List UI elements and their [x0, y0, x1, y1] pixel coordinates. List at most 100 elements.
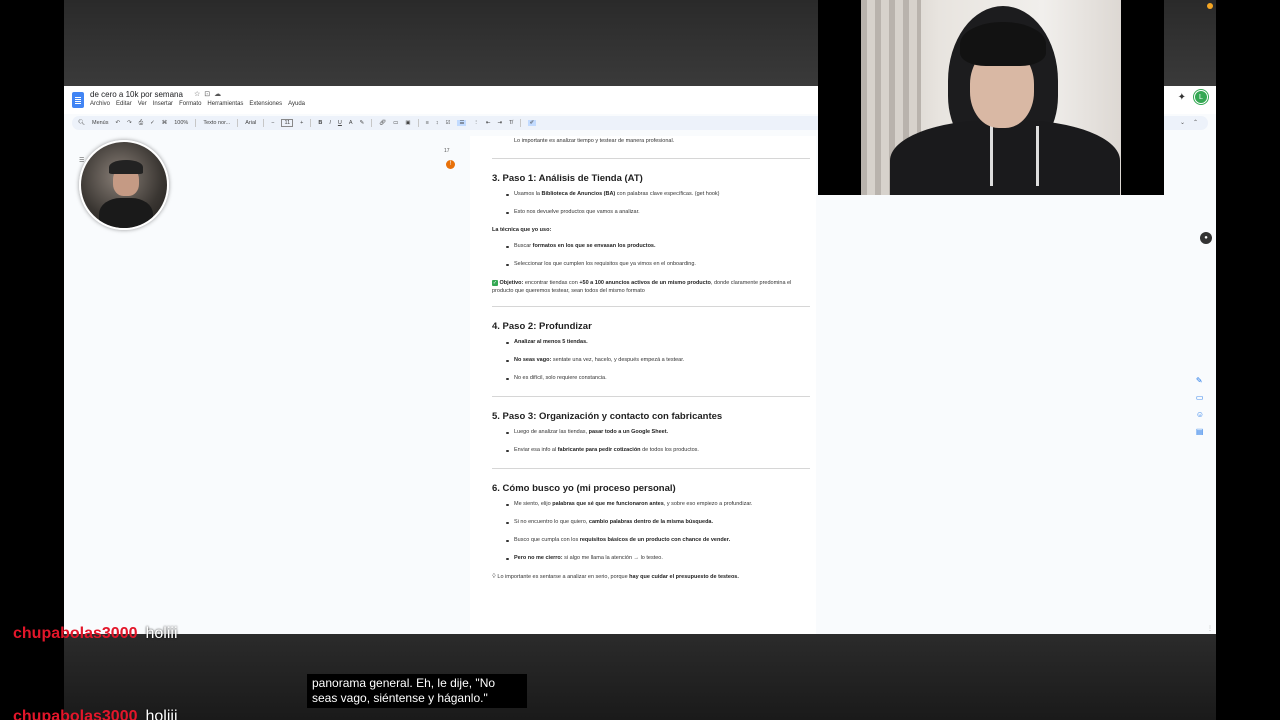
undo-icon[interactable]: ↶	[116, 120, 121, 126]
emoji-icon[interactable]: ☺	[1196, 410, 1204, 419]
menu-insertar[interactable]: Insertar	[153, 101, 173, 107]
presenter-body	[99, 198, 153, 228]
comment-icon[interactable]: ▭	[393, 120, 398, 126]
font-size-input[interactable]: 11	[281, 119, 294, 127]
italic-icon[interactable]: I	[329, 120, 331, 126]
add-comment-icon[interactable]: ▭	[1196, 393, 1204, 402]
horizontal-rule	[492, 468, 810, 469]
clear-formatting-icon[interactable]: T̸	[509, 120, 512, 126]
partial-line: Lo importante es analizar tiempo y teste…	[514, 138, 675, 144]
hoodie-string	[1036, 126, 1039, 186]
list-item: Analizar al menos 5 tiendas.	[492, 339, 810, 346]
stream-frame: de cero a 10k por semana ☆⊡☁ Archivo Edi…	[0, 0, 1280, 720]
collaborator-cursor-icon[interactable]: !	[446, 160, 455, 169]
underline-icon[interactable]: U	[338, 120, 342, 126]
menu-search-label[interactable]: Menús	[92, 120, 109, 126]
divider	[371, 119, 373, 127]
divider	[519, 119, 521, 127]
menu-archivo[interactable]: Archivo	[90, 101, 110, 107]
numbered-list-icon[interactable]: ⋮	[473, 120, 479, 126]
section-heading-6: 6. Cómo busco yo (mi proceso personal)	[492, 483, 676, 494]
chat-message: chupabolas3000 holiii	[13, 708, 178, 720]
move-folder-icon[interactable]: ⊡	[204, 91, 214, 98]
redo-icon[interactable]: ↷	[127, 120, 132, 126]
menu-editar[interactable]: Editar	[116, 101, 132, 107]
check-mark-icon: ✓	[492, 280, 498, 286]
chat-message: chupabolas3000 holiii	[13, 625, 178, 643]
search-icon[interactable]: 🔍︎	[78, 120, 85, 126]
scrollbar[interactable]: ⋮	[1207, 625, 1213, 632]
gemini-sparkle-icon[interactable]: ✦	[1178, 92, 1186, 103]
cloud-status-icon[interactable]: ☁	[214, 91, 225, 98]
list-item: Esto nos devuelve productos que vamos a …	[492, 209, 810, 216]
list-item: Si no encuentro lo que quiero, cambio pa…	[492, 519, 810, 526]
divider	[195, 119, 197, 127]
image-icon[interactable]: ▣	[405, 120, 410, 126]
align-icon[interactable]: ≡	[426, 120, 429, 126]
line-spacing-icon[interactable]: ↕	[436, 120, 439, 126]
star-icon[interactable]: ☆	[194, 91, 204, 98]
comment-count[interactable]: 17	[444, 148, 450, 154]
link-icon[interactable]: 🔗︎	[379, 120, 386, 126]
bulleted-list-icon[interactable]: ☰	[457, 120, 467, 126]
closing-paragraph: 💡︎ Lo importante es sentarse a analizar …	[492, 574, 739, 580]
technique-label: La técnica que yo uso:	[492, 227, 552, 233]
title-icons: ☆⊡☁	[194, 90, 225, 98]
print-icon[interactable]: ⎙	[139, 120, 143, 127]
highlight-icon[interactable]: ✎	[360, 120, 365, 126]
menu-ver[interactable]: Ver	[138, 101, 147, 107]
list-item: Enviar esa info al fabricante para pedir…	[492, 447, 810, 454]
list-item: No seas vago: sentate una vez, hacelo, y…	[492, 357, 810, 364]
horizontal-rule	[492, 158, 810, 159]
document-title[interactable]: de cero a 10k por semana	[90, 90, 183, 99]
section-heading-5: 5. Paso 3: Organización y contacto con f…	[492, 411, 723, 422]
menu-herramientas[interactable]: Herramientas	[207, 101, 243, 107]
list-item: Busco que cumpla con los requisitos bási…	[492, 537, 810, 544]
increase-indent-icon[interactable]: ⇥	[498, 120, 503, 126]
chat-text: holiii	[145, 708, 178, 720]
objective-paragraph: ✓ Objetivo: encontrar tiendas con +50 a …	[492, 280, 792, 294]
suggest-edit-icon[interactable]: ▤	[1196, 427, 1204, 436]
font-size-decrease-icon[interactable]: −	[271, 120, 274, 126]
divider	[417, 119, 419, 127]
account-avatar[interactable]: L	[1193, 89, 1209, 105]
spellcheck-icon[interactable]: ✓	[150, 120, 155, 126]
menu-formato[interactable]: Formato	[179, 101, 201, 107]
style-select[interactable]: Texto nor...	[203, 120, 230, 126]
bottom-band	[64, 634, 1216, 720]
header-right: ✦ L	[1178, 89, 1209, 105]
chat-text: holiii	[145, 625, 178, 642]
lightbulb-icon: 💡︎	[492, 574, 496, 580]
docs-logo-icon[interactable]	[72, 92, 84, 108]
paint-format-icon[interactable]: ⌘	[162, 120, 168, 126]
menu-ayuda[interactable]: Ayuda	[288, 101, 305, 107]
divider	[263, 119, 265, 127]
bold-icon[interactable]: B	[318, 120, 322, 126]
text-color-icon[interactable]: A	[349, 120, 353, 126]
horizontal-rule	[492, 396, 810, 397]
caption-subtitle: panorama general. Eh, le dije, "No seas …	[307, 674, 527, 708]
font-size-increase-icon[interactable]: +	[300, 120, 303, 126]
menu-extensiones[interactable]: Extensiones	[249, 101, 282, 107]
edit-suggest-icon[interactable]: ✎	[1196, 376, 1204, 385]
horizontal-rule	[492, 306, 810, 307]
zoom-select[interactable]: 100%	[174, 120, 188, 126]
editing-mode-icon[interactable]: ✐	[527, 120, 537, 126]
section-heading-4: 4. Paso 2: Profundizar	[492, 321, 592, 332]
list-item: No es difícil, solo requiere constancia.	[492, 375, 810, 382]
list-item: Buscar formatos en los que se envasan lo…	[492, 243, 810, 250]
checklist-icon[interactable]: ☑	[446, 120, 451, 126]
assistant-icon[interactable]: ●	[1200, 232, 1212, 244]
font-select[interactable]: Arial	[245, 120, 256, 126]
recording-indicator-icon	[1207, 3, 1213, 9]
list-item: Seleccionar los que cumplen los requisit…	[492, 261, 810, 268]
chat-username: chupabolas3000	[13, 708, 138, 720]
presenter-cap	[109, 160, 143, 174]
document-content: Lo importante es analizar tiempo y teste…	[492, 136, 810, 592]
chat-username: chupabolas3000	[13, 625, 138, 642]
document-page[interactable]: Lo importante es analizar tiempo y teste…	[470, 136, 816, 634]
toolbar-collapse[interactable]: ⌄⌃	[1180, 119, 1206, 126]
divider	[237, 119, 239, 127]
list-item: Pero no me cierro: si algo me llama la a…	[492, 555, 810, 562]
decrease-indent-icon[interactable]: ⇤	[486, 120, 491, 126]
